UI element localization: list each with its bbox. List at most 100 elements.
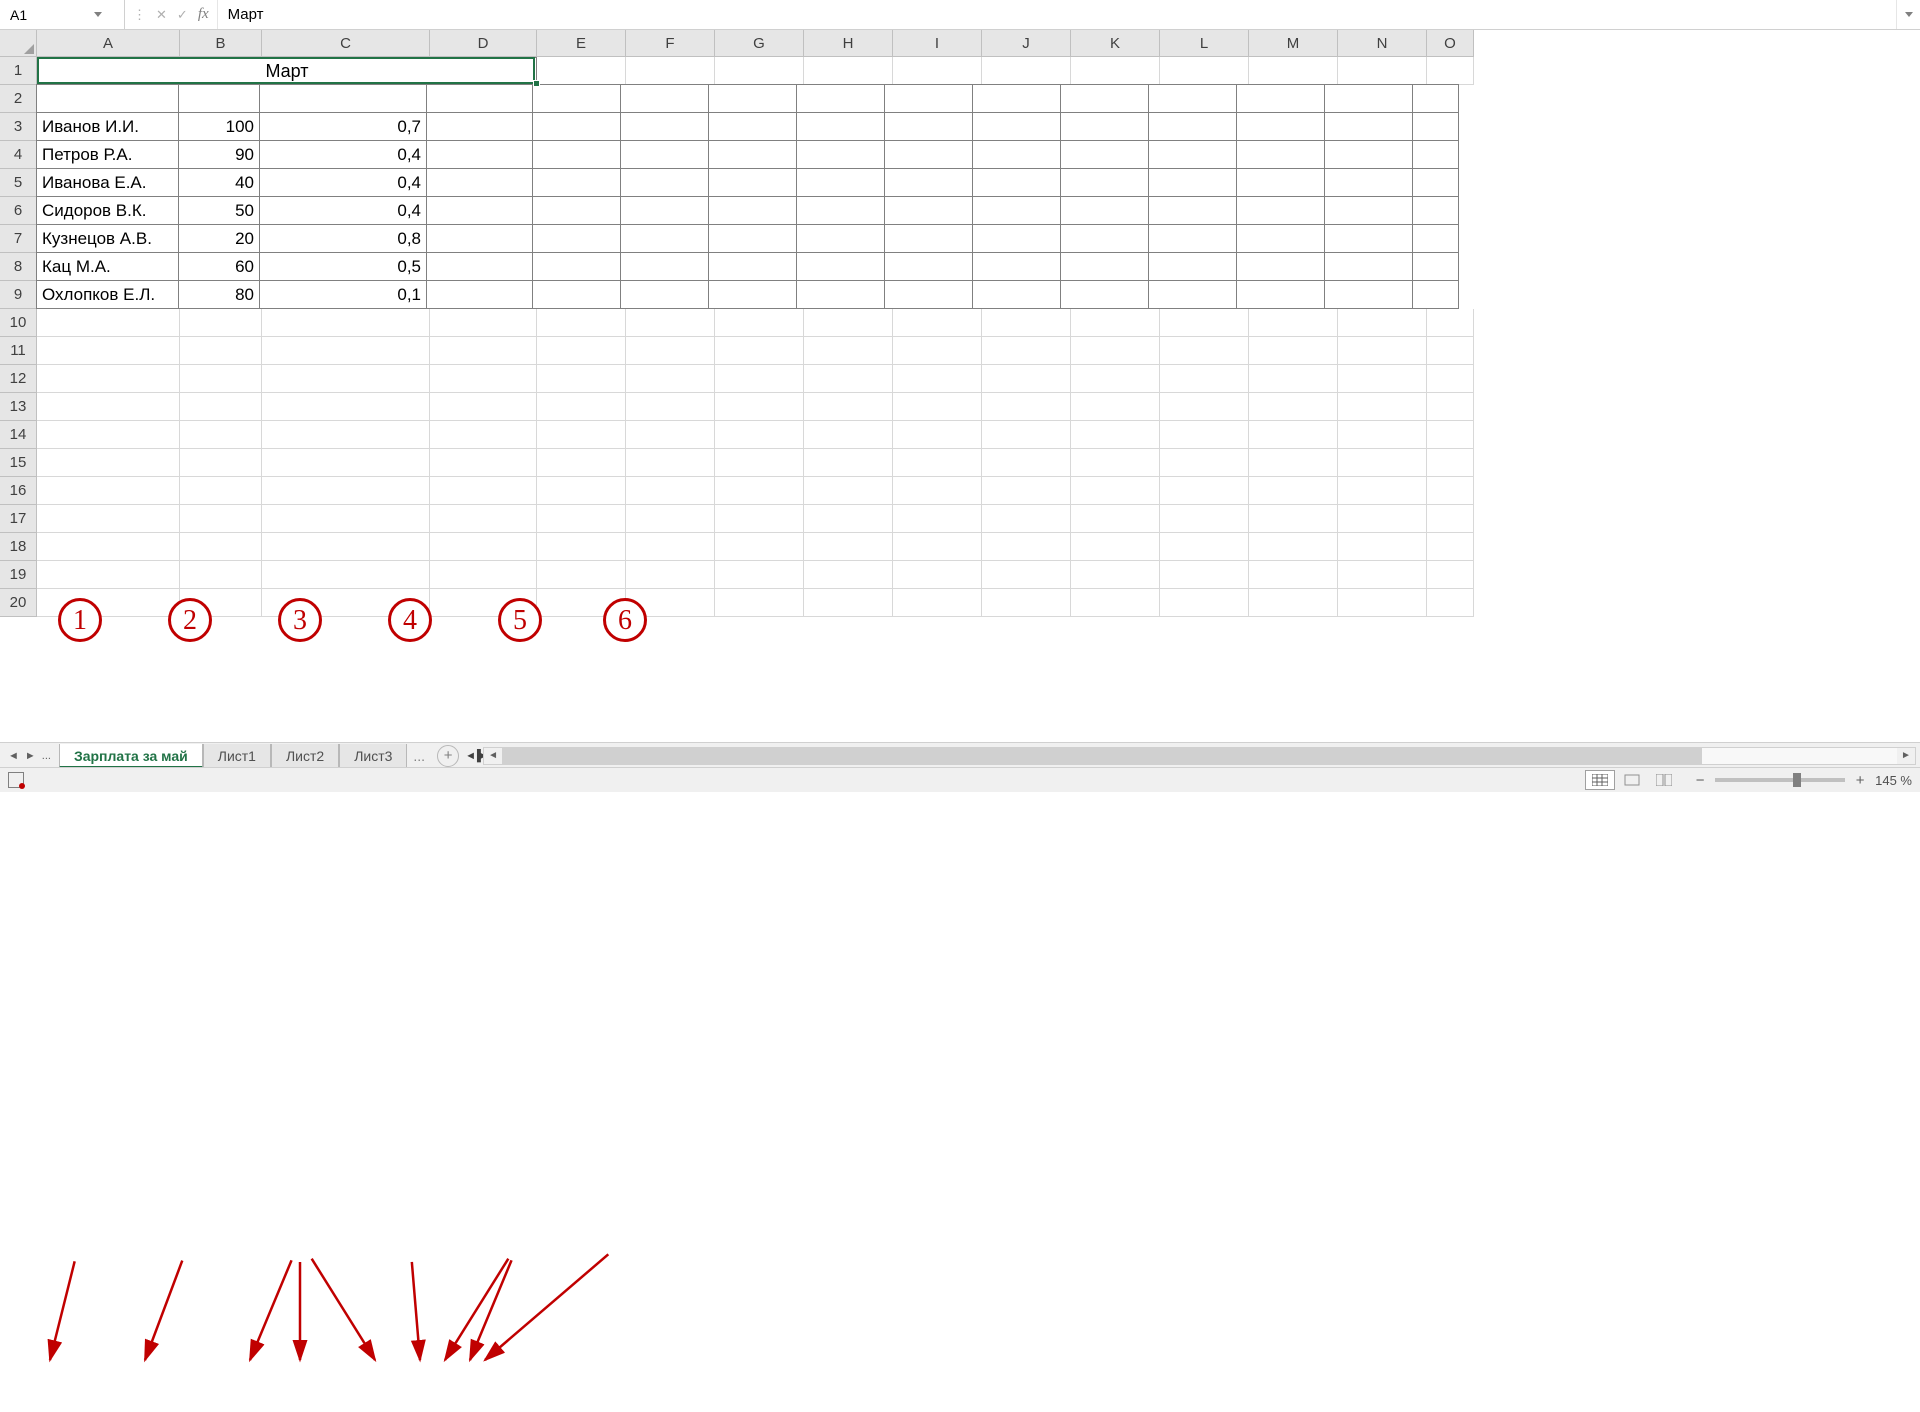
cell[interactable] [262,449,430,477]
cell[interactable] [626,365,715,393]
cell[interactable] [804,505,893,533]
cell[interactable] [426,280,533,309]
cell[interactable] [180,477,262,505]
cell[interactable] [532,224,621,253]
cell[interactable] [715,365,804,393]
cell[interactable] [1148,280,1237,309]
row-header[interactable]: 6 [0,197,37,225]
cell[interactable] [180,309,262,337]
cell[interactable] [893,309,982,337]
cell[interactable] [884,140,973,169]
cell[interactable] [1148,168,1237,197]
cell[interactable] [1249,393,1338,421]
cell[interactable] [620,168,709,197]
cell[interactable] [715,57,804,85]
cell[interactable] [1427,337,1474,365]
cell[interactable] [1160,365,1249,393]
cell[interactable]: 0,1 [259,280,427,309]
column-header[interactable]: I [893,30,982,57]
cell[interactable] [982,57,1071,85]
page-layout-view-button[interactable] [1617,770,1647,790]
cell[interactable] [262,365,430,393]
cell[interactable] [1160,393,1249,421]
row-header[interactable]: 9 [0,281,37,309]
cell[interactable] [982,505,1071,533]
cell[interactable]: Иванов И.И. [36,112,179,141]
cell[interactable] [1236,112,1325,141]
cell[interactable] [626,337,715,365]
cell[interactable] [1338,421,1427,449]
cell[interactable] [626,57,715,85]
cell[interactable] [796,140,885,169]
cell[interactable] [537,365,626,393]
cell[interactable] [1060,112,1149,141]
cell[interactable]: Кац М.А. [36,252,179,281]
cell[interactable] [804,365,893,393]
cell[interactable] [430,393,537,421]
cell[interactable]: Охлопков Е.Л. [36,280,179,309]
cell[interactable] [715,561,804,589]
cell[interactable] [430,309,537,337]
cell[interactable] [259,84,427,113]
cell[interactable] [37,533,180,561]
cell[interactable] [1071,561,1160,589]
cell[interactable] [893,477,982,505]
zoom-out-button[interactable]: − [1693,772,1707,789]
cell[interactable] [715,449,804,477]
cell[interactable] [426,196,533,225]
cell[interactable] [982,365,1071,393]
page-break-view-button[interactable] [1649,770,1679,790]
merged-title-cell[interactable]: Март [37,57,537,85]
formula-expand-icon[interactable] [1896,0,1920,29]
cell[interactable] [1412,112,1459,141]
cell[interactable] [537,449,626,477]
cell[interactable] [982,449,1071,477]
cell[interactable] [36,84,179,113]
cell[interactable] [1412,84,1459,113]
cell[interactable] [1160,533,1249,561]
cell[interactable] [796,168,885,197]
cell[interactable] [1060,84,1149,113]
cell[interactable] [1249,57,1338,85]
cell[interactable] [972,196,1061,225]
cell[interactable] [982,561,1071,589]
row-header[interactable]: 18 [0,533,37,561]
cell[interactable]: 20 [178,224,260,253]
sheet-tab[interactable]: Лист1 [203,744,271,768]
cell[interactable] [893,57,982,85]
formula-input[interactable] [218,6,1896,23]
cell[interactable] [1148,252,1237,281]
cell[interactable] [426,140,533,169]
selection-handle[interactable] [533,80,540,87]
cell[interactable] [37,449,180,477]
zoom-slider[interactable] [1715,778,1845,782]
cell[interactable] [1148,196,1237,225]
cell[interactable] [1427,421,1474,449]
cell[interactable] [426,168,533,197]
cell[interactable] [1160,561,1249,589]
cell[interactable] [1338,57,1427,85]
cell[interactable] [180,449,262,477]
cell[interactable] [715,533,804,561]
cell[interactable] [626,477,715,505]
fx-icon[interactable]: fx [198,6,209,23]
row-header[interactable]: 7 [0,225,37,253]
cell[interactable] [715,393,804,421]
cell[interactable]: 50 [178,196,260,225]
cell[interactable] [1338,589,1427,617]
cell[interactable] [796,196,885,225]
row-header[interactable]: 12 [0,365,37,393]
cell[interactable] [708,112,797,141]
cell[interactable] [626,449,715,477]
cell[interactable] [1427,57,1474,85]
row-header[interactable]: 3 [0,113,37,141]
cell[interactable] [626,505,715,533]
cell[interactable] [37,477,180,505]
cell[interactable] [262,337,430,365]
cell[interactable] [532,196,621,225]
cell[interactable] [262,393,430,421]
cell[interactable] [804,449,893,477]
cell[interactable] [1338,365,1427,393]
cell[interactable] [1160,477,1249,505]
column-header[interactable]: H [804,30,893,57]
